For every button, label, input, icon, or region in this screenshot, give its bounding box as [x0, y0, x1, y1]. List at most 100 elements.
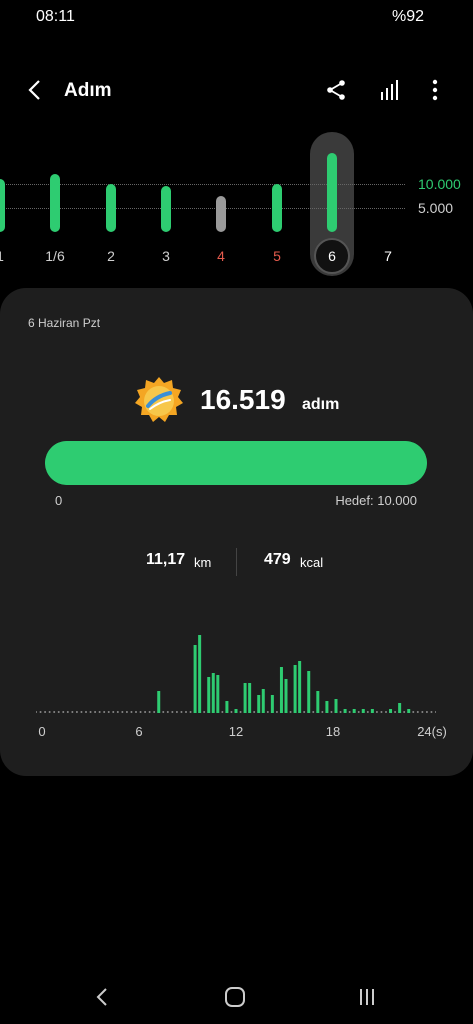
hourly-zero-dot: [44, 711, 47, 713]
steps-unit: adım: [302, 396, 340, 413]
grid-label-10000: 10.000: [418, 176, 461, 192]
hourly-zero-dot: [139, 711, 142, 713]
progress-goal-label: Hedef: 10.000: [335, 493, 417, 508]
hourly-zero-dot: [312, 711, 315, 713]
hourly-zero-dot: [135, 711, 137, 713]
hourly-zero-dot: [66, 711, 69, 713]
nav-back-icon[interactable]: [92, 986, 114, 1008]
distance-value: 11,17: [146, 551, 186, 568]
hourly-zero-dot: [348, 711, 351, 713]
stats-divider: [236, 548, 237, 576]
week-day-label[interactable]: 2: [91, 248, 131, 264]
share-icon[interactable]: [324, 78, 348, 102]
hourly-zero-dot: [121, 711, 124, 713]
week-day-label[interactable]: 5: [257, 248, 297, 264]
trends-icon[interactable]: [378, 78, 402, 102]
nav-home-icon[interactable]: [224, 986, 246, 1008]
hourly-zero-dot: [75, 711, 78, 713]
week-bar-1[interactable]: [0, 179, 5, 232]
week-day-label[interactable]: 4: [201, 248, 241, 264]
goal-progress-fill: [45, 441, 427, 485]
hourly-bar: [270, 695, 274, 713]
page-title: Adım: [64, 80, 112, 101]
hourly-zero-dot: [144, 711, 147, 713]
hourly-axis-label: 18: [325, 724, 341, 739]
hourly-bar: [207, 677, 211, 713]
hourly-bar: [334, 699, 338, 713]
hourly-zero-dot: [185, 711, 187, 713]
hourly-bar: [293, 665, 297, 713]
hourly-zero-dot: [366, 711, 369, 713]
hourly-zero-dot: [221, 711, 224, 713]
hourly-zero-dot: [321, 711, 324, 713]
hourly-zero-dot: [239, 711, 242, 713]
hourly-zero-dot: [303, 711, 306, 713]
goal-progress-bar: [45, 441, 427, 485]
status-time: 08:11: [36, 8, 75, 25]
week-day-label[interactable]: 6: [312, 248, 352, 264]
hourly-zero-dot: [89, 711, 92, 713]
hourly-zero-dot: [130, 711, 133, 713]
hourly-bar: [216, 675, 220, 713]
hourly-zero-dot: [80, 711, 83, 713]
hourly-bar: [193, 645, 197, 713]
hourly-steps-chart: [36, 635, 436, 713]
hourly-bar: [243, 683, 247, 713]
hourly-zero-dot: [48, 711, 51, 713]
calories-value: 479: [264, 551, 291, 568]
hourly-zero-dot: [425, 711, 428, 713]
hourly-zero-dot: [116, 711, 119, 713]
week-bar-3[interactable]: [161, 186, 171, 232]
hourly-bar: [248, 683, 252, 713]
back-arrow-icon[interactable]: [24, 78, 48, 102]
hourly-zero-dot: [416, 711, 419, 713]
week-day-label[interactable]: 1: [0, 248, 20, 264]
hourly-bar: [316, 691, 320, 713]
week-bar-4[interactable]: [216, 196, 226, 232]
hourly-zero-dot: [339, 711, 342, 713]
week-bar-5[interactable]: [272, 184, 282, 232]
hourly-zero-dot: [53, 711, 56, 713]
nav-recents-icon[interactable]: [356, 986, 378, 1008]
week-bar-6[interactable]: [327, 152, 337, 232]
hourly-bar: [257, 695, 261, 713]
hourly-zero-dot: [203, 711, 206, 713]
hourly-zero-dot: [275, 711, 278, 713]
hourly-bar: [211, 673, 215, 713]
hourly-zero-dot: [230, 711, 233, 713]
hourly-zero-dot: [94, 711, 97, 713]
hourly-zero-dot: [330, 711, 333, 713]
hourly-axis-label: 0: [38, 724, 46, 739]
week-day-label[interactable]: 1/6: [35, 248, 75, 264]
half-goal-gridline: [0, 208, 405, 209]
hourly-zero-dot: [266, 711, 269, 713]
hourly-zero-dot: [253, 711, 256, 713]
card-date: 6 Haziran Pzt: [28, 316, 101, 330]
hourly-bar: [407, 709, 411, 713]
hourly-zero-dot: [380, 711, 383, 713]
hourly-zero-dot: [112, 711, 115, 713]
daily-steps-count: 16.519: [200, 384, 286, 415]
hourly-zero-dot: [153, 711, 156, 713]
hourly-zero-dot: [189, 711, 192, 713]
hourly-zero-dot: [57, 711, 60, 713]
hourly-zero-dot: [357, 711, 360, 713]
week-bar-1-6[interactable]: [50, 174, 60, 232]
week-day-label[interactable]: 3: [146, 248, 186, 264]
more-options-icon[interactable]: [425, 78, 445, 102]
hourly-zero-dot: [107, 711, 110, 713]
hourly-bar: [307, 671, 311, 713]
week-day-label[interactable]: 7: [368, 248, 408, 264]
battery-level: %92: [392, 8, 425, 25]
hourly-zero-dot: [435, 711, 436, 713]
hourly-zero-dot: [62, 711, 65, 713]
distance-unit: km: [194, 555, 212, 570]
hourly-zero-dot: [375, 711, 378, 713]
grid-label-5000: 5.000: [418, 200, 454, 216]
week-bar-2[interactable]: [106, 184, 116, 232]
hourly-zero-dot: [36, 711, 37, 713]
hourly-zero-dot: [125, 711, 128, 713]
achievement-badge-icon: [135, 377, 183, 422]
hourly-zero-dot: [39, 711, 42, 713]
hourly-bar: [225, 701, 229, 713]
